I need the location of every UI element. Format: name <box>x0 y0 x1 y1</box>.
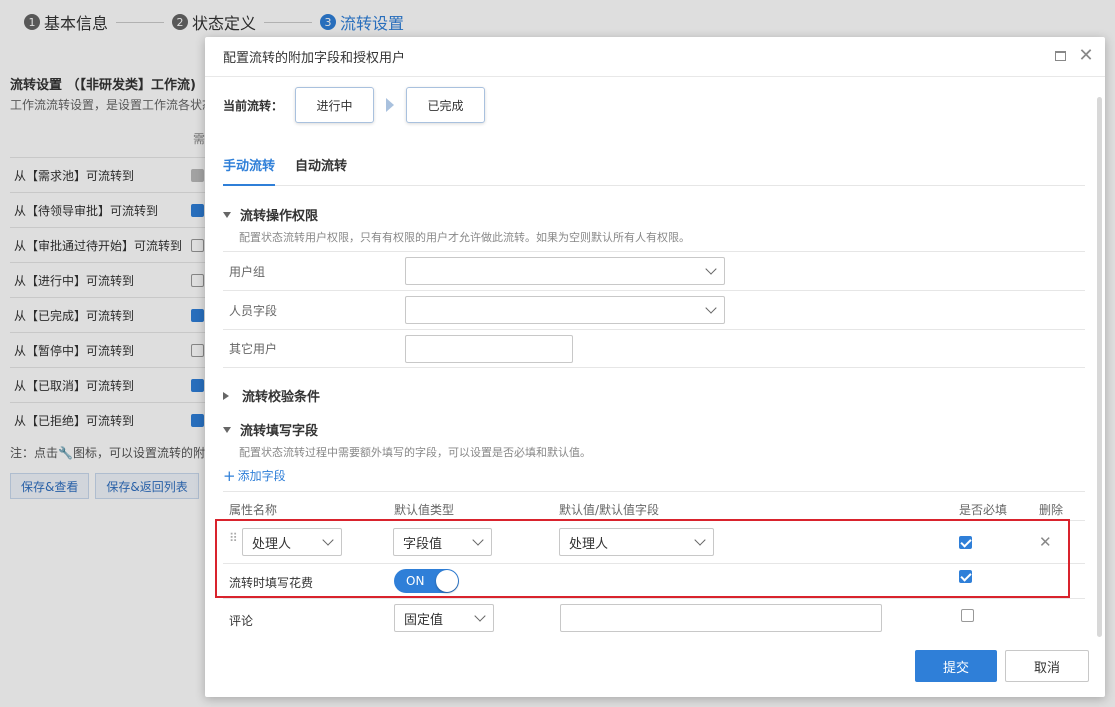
person-field-row: 人员字段 <box>223 290 1085 329</box>
to-state-box: 已完成 <box>406 87 486 123</box>
maximize-icon[interactable] <box>1053 49 1067 63</box>
add-field-label: 添加字段 <box>237 469 286 483</box>
fields-table-header: 属性名称 默认值类型 默认值/默认值字段 是否必填 删除 <box>223 491 1085 521</box>
fill-fields-section: 流转填写字段 配置状态流转过程中需要额外填写的字段，可以设置是否必填和默认值。 <box>223 420 591 460</box>
col-default-value: 默认值/默认值字段 <box>559 503 660 517</box>
tab-manual-flow[interactable]: 手动流转 <box>223 149 276 186</box>
plus-icon: + <box>223 466 236 485</box>
cancel-button[interactable]: 取消 <box>1005 650 1089 682</box>
other-users-row: 其它用户 <box>223 329 1085 368</box>
add-field-button[interactable]: + 添加字段 <box>223 467 286 484</box>
col-delete: 删除 <box>1039 503 1064 517</box>
submit-button[interactable]: 提交 <box>915 650 997 682</box>
col-default-type: 默认值类型 <box>394 503 455 517</box>
close-icon[interactable]: ✕ <box>1078 47 1093 65</box>
col-attr-name: 属性名称 <box>229 503 278 517</box>
from-state-box: 进行中 <box>295 87 375 123</box>
modal-header-actions: ✕ <box>1053 47 1094 65</box>
fill-fields-section-header[interactable]: 流转填写字段 <box>223 420 591 439</box>
user-group-label: 用户组 <box>229 264 266 279</box>
arrow-right-icon <box>386 98 395 112</box>
config-modal: 配置流转的附加字段和授权用户 ✕ 当前流转： 进行中 已完成 手动流转 自动流转… <box>205 37 1105 697</box>
other-users-label: 其它用户 <box>229 342 278 356</box>
default-type-value: 固定值 <box>404 612 444 628</box>
other-users-input[interactable] <box>405 334 573 363</box>
chevron-down-icon <box>474 609 486 622</box>
highlight-box <box>215 519 1070 598</box>
flow-tabs: 手动流转 自动流转 <box>223 149 1085 186</box>
collapse-triangle-icon <box>223 426 231 433</box>
chevron-down-icon <box>705 262 717 275</box>
modal-scrollbar[interactable] <box>1097 97 1102 637</box>
person-field-label: 人员字段 <box>229 303 278 318</box>
default-value-input[interactable] <box>560 604 882 632</box>
collapse-triangle-icon <box>223 211 231 218</box>
table-row: 评论 固定值 <box>223 598 1085 641</box>
current-flow-label: 当前流转： <box>223 98 284 113</box>
current-flow: 当前流转： 进行中 已完成 <box>223 87 486 123</box>
permission-section-header[interactable]: 流转操作权限 <box>223 205 690 224</box>
user-group-select[interactable] <box>405 257 725 285</box>
validation-section: 流转校验条件 <box>223 386 320 405</box>
validation-section-title: 流转校验条件 <box>242 390 321 405</box>
expand-triangle-icon <box>223 391 229 400</box>
col-required: 是否必填 <box>959 503 1008 517</box>
fill-fields-section-title: 流转填写字段 <box>240 424 319 439</box>
chevron-down-icon <box>705 301 717 314</box>
modal-title: 配置流转的附加字段和授权用户 <box>223 51 406 66</box>
tab-auto-flow[interactable]: 自动流转 <box>295 149 347 186</box>
default-type-select[interactable]: 固定值 <box>394 604 494 632</box>
validation-section-header[interactable]: 流转校验条件 <box>223 386 320 405</box>
permission-section: 流转操作权限 配置状态流转用户权限，只有有权限的用户才允许做此流转。如果为空则默… <box>223 205 690 245</box>
permission-section-desc: 配置状态流转用户权限，只有有权限的用户才允许做此流转。如果为空则默认所有人有权限… <box>239 231 690 244</box>
required-checkbox[interactable] <box>961 609 974 622</box>
person-field-select[interactable] <box>405 296 725 324</box>
modal-header: 配置流转的附加字段和授权用户 ✕ <box>205 37 1105 77</box>
attr-label: 评论 <box>229 614 254 628</box>
fill-fields-section-desc: 配置状态流转过程中需要额外填写的字段，可以设置是否必填和默认值。 <box>239 446 591 459</box>
permission-section-title: 流转操作权限 <box>240 209 319 224</box>
user-group-row: 用户组 <box>223 251 1085 290</box>
